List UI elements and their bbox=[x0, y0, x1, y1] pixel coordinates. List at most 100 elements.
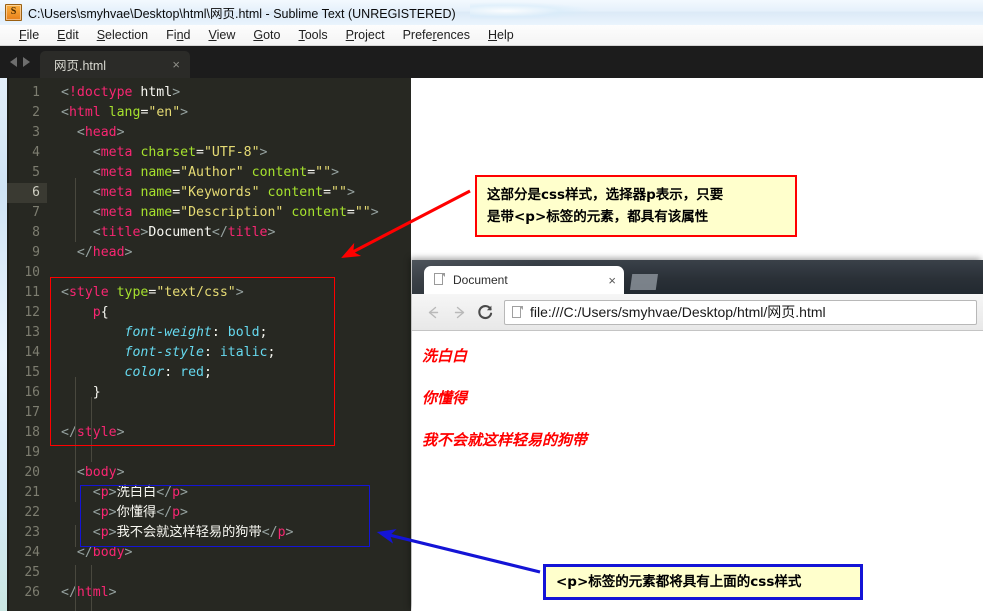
code-token: name bbox=[140, 205, 173, 220]
code-line-text: font-style: italic; bbox=[47, 343, 276, 363]
code-token: : bbox=[211, 325, 228, 340]
code-line[interactable]: 8 <title>Document</title> bbox=[7, 223, 411, 243]
menu-item-view[interactable]: View bbox=[199, 28, 244, 42]
code-token: > bbox=[235, 285, 244, 300]
back-button[interactable] bbox=[420, 299, 446, 325]
code-line-text: <style type="text/css"> bbox=[47, 283, 244, 303]
menu-item-find[interactable]: Find bbox=[157, 28, 199, 42]
code-line[interactable]: 10 bbox=[7, 263, 411, 283]
code-line[interactable]: 7 <meta name="Description" content=""> bbox=[7, 203, 411, 223]
reload-button[interactable] bbox=[472, 299, 498, 325]
code-token: content bbox=[267, 185, 324, 200]
triangle-right-icon[interactable] bbox=[23, 57, 30, 67]
menu-item-preferences[interactable]: Preferences bbox=[394, 28, 479, 42]
code-line[interactable]: 15 color: red; bbox=[7, 363, 411, 383]
code-token: > bbox=[180, 485, 188, 500]
code-line[interactable]: 11 <style type="text/css"> bbox=[7, 283, 411, 303]
code-token: "en" bbox=[148, 105, 181, 120]
menu-item-tools[interactable]: Tools bbox=[289, 28, 336, 42]
code-line[interactable]: 19 bbox=[7, 443, 411, 463]
screen-root: S C:\Users\smyhvae\Desktop\html\网页.html … bbox=[0, 0, 983, 611]
code-line[interactable]: 16 } bbox=[7, 383, 411, 403]
code-token: html bbox=[76, 585, 109, 600]
line-number-cell: 6 bbox=[7, 183, 47, 203]
code-line[interactable]: 12 p{ bbox=[7, 303, 411, 323]
code-line[interactable]: 4 <meta charset="UTF-8"> bbox=[7, 143, 411, 163]
line-number-cell: 13 bbox=[7, 323, 47, 343]
line-number: 24 bbox=[24, 545, 40, 560]
line-number-cell: 9 bbox=[7, 243, 47, 263]
menu-item-selection[interactable]: Selection bbox=[88, 28, 157, 42]
browser-tab-title: Document bbox=[453, 273, 508, 287]
code-token: : bbox=[203, 345, 220, 360]
code-line[interactable]: 1 <!doctype html> bbox=[7, 83, 411, 103]
new-tab-button[interactable] bbox=[630, 274, 658, 290]
code-line[interactable]: 22 <p>你懂得</p> bbox=[7, 503, 411, 523]
line-number-cell: 15 bbox=[7, 363, 47, 383]
code-token: italic bbox=[219, 345, 268, 360]
code-line[interactable]: 14 font-style: italic; bbox=[7, 343, 411, 363]
line-number-cell: 4 bbox=[7, 143, 47, 163]
annotation-line-1: 这部分是css样式，选择器p表示，只要 bbox=[487, 187, 724, 203]
code-line[interactable]: 26 </html> bbox=[7, 583, 411, 603]
menu-item-help[interactable]: Help bbox=[479, 28, 523, 42]
code-token: html bbox=[68, 105, 101, 120]
menu-item-file[interactable]: File bbox=[10, 28, 48, 42]
line-number: 12 bbox=[24, 305, 40, 320]
code-token: = bbox=[172, 205, 181, 220]
code-line-text: color: red; bbox=[47, 363, 212, 383]
code-token: > bbox=[108, 585, 117, 600]
menu-item-project[interactable]: Project bbox=[337, 28, 394, 42]
line-number: 15 bbox=[24, 365, 40, 380]
code-token: > bbox=[116, 425, 125, 440]
line-number-cell: 24 bbox=[7, 543, 47, 563]
code-line[interactable]: 25 bbox=[7, 563, 411, 583]
line-number-cell: 14 bbox=[7, 343, 47, 363]
code-editor[interactable]: 1 <!doctype html> 2 <html lang="en"> 3 <head… bbox=[7, 78, 411, 611]
code-line[interactable]: 3 <head> bbox=[7, 123, 411, 143]
code-token: > bbox=[108, 505, 117, 520]
code-line-text: <p>你懂得</p> bbox=[47, 503, 188, 523]
code-line[interactable]: 20 <body> bbox=[7, 463, 411, 483]
code-line[interactable]: 13 font-weight: bold; bbox=[7, 323, 411, 343]
code-line[interactable]: 23 <p>我不会就这样轻易的狗带</p> bbox=[7, 523, 411, 543]
code-token: style bbox=[76, 425, 117, 440]
chrome-browser-window: Document × file:///C:/Users/smyhvae/Desk… bbox=[412, 260, 983, 611]
code-token: charset bbox=[140, 145, 197, 160]
line-number-cell: 12 bbox=[7, 303, 47, 323]
code-line[interactable]: 24 </body> bbox=[7, 543, 411, 563]
triangle-left-icon[interactable] bbox=[10, 57, 17, 67]
address-bar[interactable]: file:///C:/Users/smyhvae/Desktop/html/网页… bbox=[504, 299, 977, 325]
forward-button[interactable] bbox=[446, 299, 472, 325]
code-token: font-weight bbox=[124, 325, 212, 340]
editor-tab-webpage-html[interactable]: 网页.html × bbox=[40, 51, 190, 78]
code-token: red bbox=[180, 365, 204, 380]
menu-item-edit[interactable]: Edit bbox=[48, 28, 88, 42]
browser-toolbar: file:///C:/Users/smyhvae/Desktop/html/网页… bbox=[412, 294, 983, 331]
close-icon[interactable]: × bbox=[172, 58, 180, 71]
code-line[interactable]: 6 <meta name="Keywords" content=""> bbox=[7, 183, 411, 203]
line-number: 14 bbox=[24, 345, 40, 360]
close-icon[interactable]: × bbox=[608, 274, 616, 287]
menu-item-goto[interactable]: Goto bbox=[244, 28, 289, 42]
code-line[interactable]: 5 <meta name="Author" content=""> bbox=[7, 163, 411, 183]
code-line[interactable]: 2 <html lang="en"> bbox=[7, 103, 411, 123]
line-number-cell: 11 bbox=[7, 283, 47, 303]
code-line[interactable]: 9 </head> bbox=[7, 243, 411, 263]
line-number-cell: 5 bbox=[7, 163, 47, 183]
code-line[interactable]: 21 <p>洗白白</p> bbox=[7, 483, 411, 503]
code-token: < bbox=[61, 285, 69, 300]
code-line[interactable]: 18 </style> bbox=[7, 423, 411, 443]
code-line-text: </body> bbox=[47, 543, 133, 563]
code-token: < bbox=[92, 145, 101, 160]
reload-icon bbox=[477, 304, 492, 319]
tab-nav-arrows[interactable] bbox=[0, 46, 40, 78]
browser-tab-document[interactable]: Document × bbox=[424, 266, 624, 294]
line-number-cell: 22 bbox=[7, 503, 47, 523]
code-line[interactable]: 17 bbox=[7, 403, 411, 423]
rendered-paragraph: 你懂得 bbox=[422, 389, 468, 407]
code-line-text: font-weight: bold; bbox=[47, 323, 268, 343]
code-token: meta bbox=[100, 165, 133, 180]
aero-glass-highlight bbox=[470, 2, 590, 20]
